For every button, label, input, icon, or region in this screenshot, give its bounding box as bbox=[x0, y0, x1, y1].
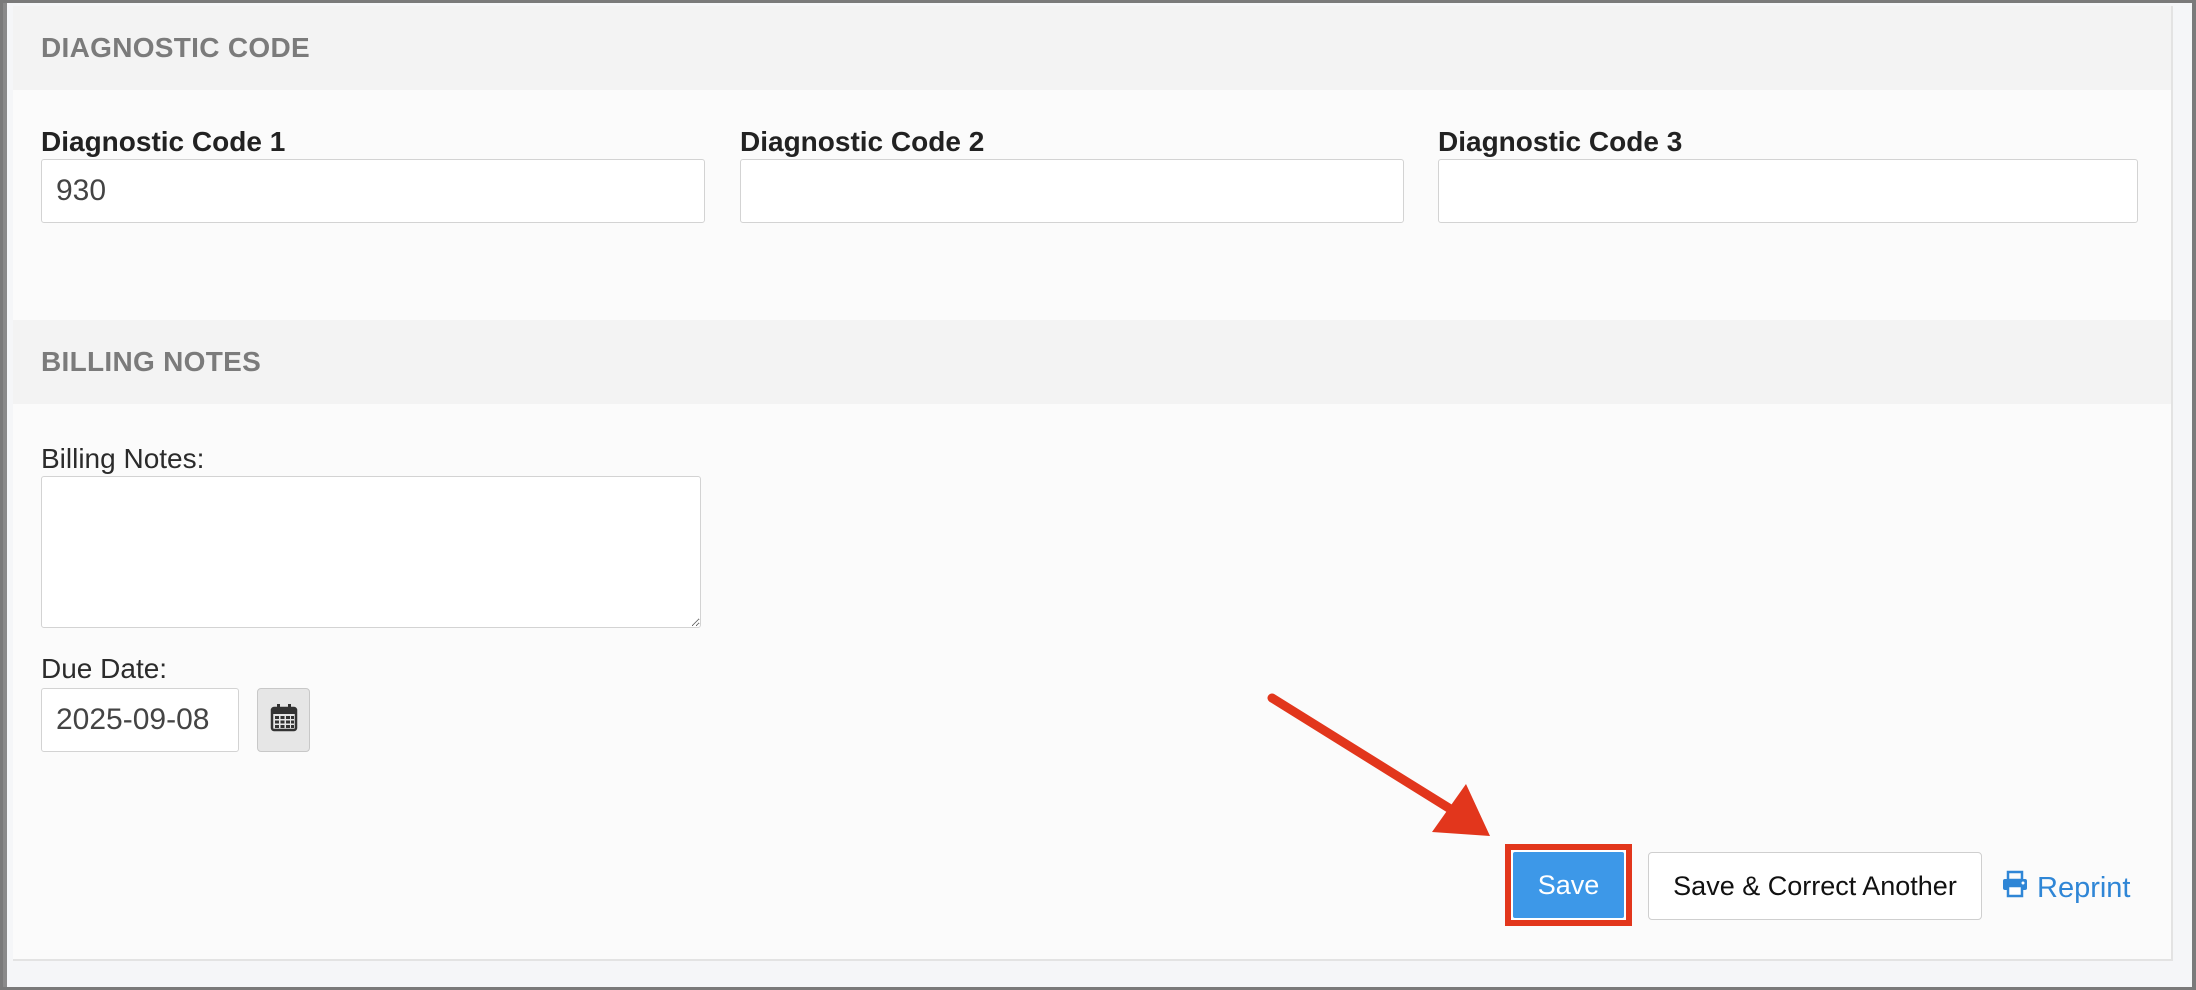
save-button[interactable]: Save bbox=[1513, 852, 1624, 918]
printer-icon bbox=[2001, 870, 2029, 906]
due-date-input[interactable] bbox=[41, 688, 239, 752]
billing-notes-title: BILLING NOTES bbox=[41, 346, 262, 377]
billing-notes-header: BILLING NOTES bbox=[13, 320, 2171, 404]
diagnostic-code-1-input[interactable] bbox=[41, 159, 705, 223]
diagnostic-code-3-input[interactable] bbox=[1438, 159, 2138, 223]
form-panel: DIAGNOSTIC CODE Diagnostic Code 1 Diagno… bbox=[13, 6, 2173, 961]
save-and-correct-another-button[interactable]: Save & Correct Another bbox=[1648, 852, 1982, 920]
diagnostic-code-1-label: Diagnostic Code 1 bbox=[41, 126, 286, 157]
diagnostic-code-2-input[interactable] bbox=[740, 159, 1404, 223]
diagnostic-code-2-label: Diagnostic Code 2 bbox=[740, 126, 985, 157]
diagnostic-code-3-label: Diagnostic Code 3 bbox=[1438, 126, 1683, 157]
calendar-icon bbox=[269, 703, 299, 738]
reprint-label: Reprint bbox=[2037, 871, 2131, 904]
reprint-link[interactable]: Reprint bbox=[2001, 868, 2131, 908]
due-date-label: Due Date: bbox=[41, 653, 168, 684]
diagnostic-code-header: DIAGNOSTIC CODE bbox=[13, 6, 2171, 90]
billing-notes-textarea[interactable] bbox=[41, 476, 701, 628]
window-frame: DIAGNOSTIC CODE Diagnostic Code 1 Diagno… bbox=[3, 3, 2192, 987]
calendar-button[interactable] bbox=[257, 688, 310, 752]
billing-notes-label: Billing Notes: bbox=[41, 443, 205, 474]
diagnostic-code-title: DIAGNOSTIC CODE bbox=[41, 32, 310, 63]
